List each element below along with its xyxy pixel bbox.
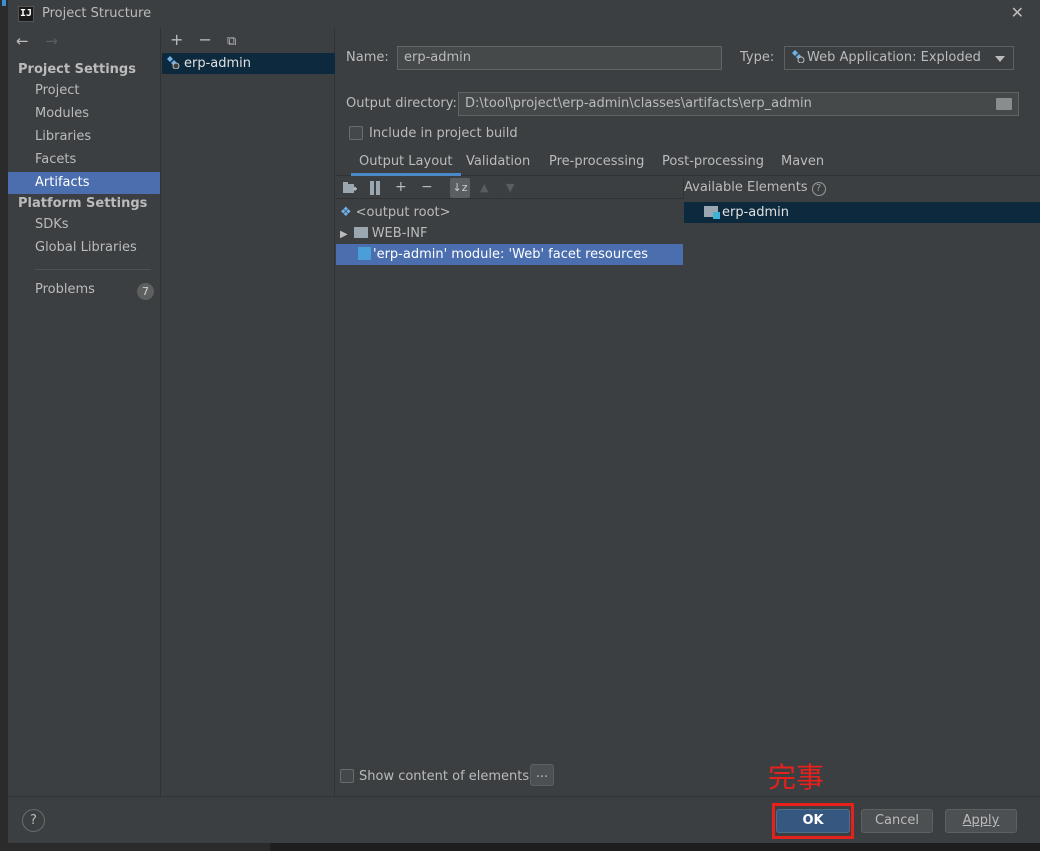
tree-row-web-inf[interactable]: ▶ WEB-INF xyxy=(336,223,683,244)
apply-button[interactable]: Apply xyxy=(945,809,1017,833)
available-element-item[interactable]: erp-admin xyxy=(684,202,1040,223)
cancel-button[interactable]: Cancel xyxy=(861,809,933,833)
sort-icon[interactable]: ↓z xyxy=(450,178,470,198)
expand-arrow-icon[interactable]: ▶ xyxy=(340,229,348,240)
web-app-icon xyxy=(792,50,805,63)
remove-element-icon[interactable]: − xyxy=(421,179,433,195)
nav-separator xyxy=(35,269,151,270)
type-value: Web Application: Exploded xyxy=(807,50,981,65)
annotation-highlight-box xyxy=(772,803,854,839)
active-tab-underline xyxy=(351,173,461,176)
include-in-build-label: Include in project build xyxy=(369,126,518,141)
tab-validation[interactable]: Validation xyxy=(466,154,530,169)
bottom-edge xyxy=(0,843,1040,851)
tab-pre-processing[interactable]: Pre-processing xyxy=(549,154,644,169)
type-dropdown[interactable]: Web Application: Exploded xyxy=(784,46,1014,70)
settings-nav: ← → Project Settings Project Modules Lib… xyxy=(8,28,161,796)
title-bar: IJ Project Structure ✕ xyxy=(8,0,1040,28)
name-label: Name: xyxy=(346,50,389,65)
output-directory-field[interactable]: D:\tool\project\erp-admin\classes\artifa… xyxy=(458,92,1019,116)
tab-output-layout[interactable]: Output Layout xyxy=(359,154,452,169)
move-up-icon[interactable]: ▲ xyxy=(480,181,488,194)
output-layout-toolbar: + − ↓z ▲ ▼ xyxy=(336,177,683,199)
diamond-icon: ❖ xyxy=(340,205,352,220)
tree-row-facet-resources[interactable]: 'erp-admin' module: 'Web' facet resource… xyxy=(336,244,683,265)
module-folder-icon xyxy=(704,206,720,219)
name-field[interactable]: erp-admin xyxy=(397,46,722,70)
move-down-icon[interactable]: ▼ xyxy=(506,181,514,194)
create-archive-icon[interactable] xyxy=(369,181,381,195)
artifact-item-label: erp-admin xyxy=(184,56,252,71)
tab-post-processing[interactable]: Post-processing xyxy=(662,154,764,169)
web-artifact-icon xyxy=(167,56,180,69)
artifacts-toolbar: + − ⧉ xyxy=(170,30,246,49)
artifact-item[interactable]: erp-admin xyxy=(162,53,335,74)
type-label: Type: xyxy=(740,50,775,65)
help-icon[interactable]: ? xyxy=(811,182,826,196)
back-arrow-icon[interactable]: ← xyxy=(16,32,29,50)
left-edge xyxy=(0,0,8,851)
nav-item-project[interactable]: Project xyxy=(8,80,160,102)
problems-count-badge: 7 xyxy=(137,283,154,300)
project-structure-dialog: IJ Project Structure ✕ ← → Project Setti… xyxy=(8,0,1040,843)
project-settings-header: Project Settings xyxy=(18,62,136,77)
copy-icon[interactable]: ⧉ xyxy=(227,34,236,49)
add-icon[interactable]: + xyxy=(170,30,183,49)
include-in-build-checkbox[interactable] xyxy=(349,126,363,140)
nav-item-libraries[interactable]: Libraries xyxy=(8,126,160,148)
available-elements-header: Available Elements? xyxy=(684,180,826,196)
intellij-app-icon: IJ xyxy=(18,6,34,22)
nav-item-modules[interactable]: Modules xyxy=(8,103,160,125)
available-element-label: erp-admin xyxy=(722,205,790,220)
folder-icon xyxy=(353,227,368,238)
ellipsis-button[interactable]: ... xyxy=(530,764,554,786)
available-elements-label: Available Elements xyxy=(684,180,808,195)
web-resource-icon xyxy=(358,247,371,260)
artifacts-list-panel: + − ⧉ erp-admin xyxy=(162,28,335,796)
new-directory-icon[interactable] xyxy=(343,182,357,194)
nav-item-sdks[interactable]: SDKs xyxy=(8,214,160,236)
forward-arrow-icon[interactable]: → xyxy=(45,32,58,50)
platform-settings-header: Platform Settings xyxy=(18,196,148,211)
add-copy-icon[interactable]: + xyxy=(395,179,407,195)
close-icon[interactable]: ✕ xyxy=(1011,3,1024,22)
tree-row-label: <output root> xyxy=(355,205,451,220)
nav-item-artifacts[interactable]: Artifacts xyxy=(8,172,160,194)
output-directory-label: Output directory: xyxy=(346,96,457,111)
artifact-editor: Name: erp-admin Type: Web Application: E… xyxy=(336,28,1040,796)
nav-item-facets[interactable]: Facets xyxy=(8,149,160,171)
dialog-footer: ? OK Cancel Apply xyxy=(8,796,1040,843)
nav-item-global-libraries[interactable]: Global Libraries xyxy=(8,237,160,259)
tree-row-label: 'erp-admin' module: 'Web' facet resource… xyxy=(373,247,649,262)
window-title: Project Structure xyxy=(42,6,152,21)
nav-arrows: ← → xyxy=(16,32,70,50)
help-button[interactable]: ? xyxy=(22,809,45,832)
browse-folder-icon[interactable] xyxy=(996,98,1012,110)
artifact-tabs: Output Layout Validation Pre-processing … xyxy=(336,150,1040,176)
show-content-checkbox[interactable] xyxy=(340,769,354,783)
annotation-text: 完事 xyxy=(768,761,825,794)
tab-maven[interactable]: Maven xyxy=(781,154,824,169)
tree-row-output-root[interactable]: ❖ <output root> xyxy=(336,202,683,223)
remove-icon[interactable]: − xyxy=(199,30,212,49)
chevron-down-icon xyxy=(995,56,1005,62)
show-content-label: Show content of elements xyxy=(359,769,530,784)
tree-row-label: WEB-INF xyxy=(371,226,428,241)
output-directory-value: D:\tool\project\erp-admin\classes\artifa… xyxy=(465,96,812,111)
